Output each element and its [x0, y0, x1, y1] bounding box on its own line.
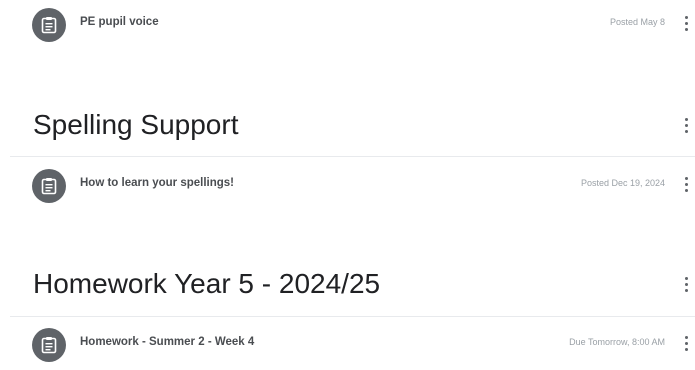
topic-more-options-icon[interactable]: [683, 117, 691, 135]
topic-header-spelling-support: Spelling Support: [0, 103, 695, 147]
item-title[interactable]: PE pupil voice: [80, 16, 159, 28]
item-posted-date: Posted Dec 19, 2024: [580, 178, 665, 188]
topic-divider: [10, 156, 695, 157]
topic-title: Spelling Support: [33, 109, 239, 140]
classwork-item-how-to-learn-spellings[interactable]: How to learn your spellings! Posted Dec …: [0, 163, 695, 207]
assignment-clipboard-icon: [32, 8, 66, 42]
assignment-clipboard-icon: [32, 169, 66, 203]
topic-divider: [10, 316, 695, 317]
more-options-icon[interactable]: [683, 15, 691, 33]
more-options-icon[interactable]: [683, 335, 691, 353]
topic-title: Homework Year 5 - 2024/25: [33, 268, 381, 299]
classwork-item-pe-pupil-voice[interactable]: PE pupil voice Posted May 8: [0, 2, 695, 46]
classwork-item-homework-summer-2-week-4[interactable]: Homework - Summer 2 - Week 4 Due Tomorro…: [0, 322, 695, 366]
topic-header-homework-year-5: Homework Year 5 - 2024/25: [0, 262, 695, 306]
more-options-icon[interactable]: [683, 176, 691, 194]
assignment-clipboard-icon: [32, 328, 66, 362]
item-due-date: Due Tomorrow, 8:00 AM: [569, 337, 665, 347]
item-title[interactable]: Homework - Summer 2 - Week 4: [80, 336, 254, 348]
item-title[interactable]: How to learn your spellings!: [80, 177, 234, 189]
topic-more-options-icon[interactable]: [683, 276, 691, 294]
item-posted-date: Posted May 8: [609, 17, 665, 27]
